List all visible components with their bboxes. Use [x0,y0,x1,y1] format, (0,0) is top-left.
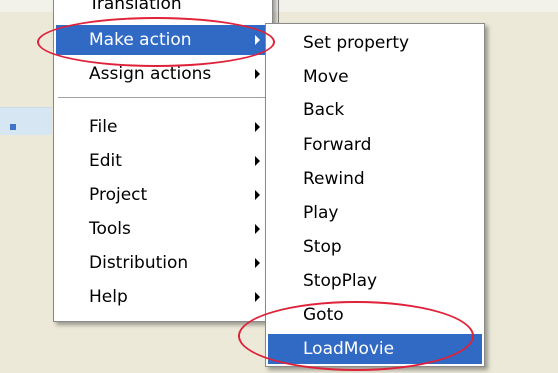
menu-item-translation[interactable]: Translation [56,0,270,19]
menu-item-assign-actions[interactable]: Assign actions [56,59,270,89]
menu-item-project[interactable]: Project [56,180,270,210]
submenu-item-label: Move [303,67,349,87]
list-bullet-icon [10,124,16,130]
background-list-row[interactable] [0,107,52,135]
submenu-arrow-icon [255,190,260,200]
submenu-arrow-icon [255,292,260,302]
submenu-item-stopplay[interactable]: StopPlay [268,266,482,296]
submenu-item-stop[interactable]: Stop [268,232,482,262]
submenu-item-forward[interactable]: Forward [268,130,482,160]
submenu-item-label: Stop [303,237,342,257]
submenu-arrow-icon [255,156,260,166]
submenu-item-label: Forward [303,135,372,155]
menu-item-label: Assign actions [89,64,212,84]
menu-item-label: Translation [89,0,182,14]
menu-item-tools[interactable]: Tools [56,214,270,244]
submenu-arrow-icon [255,35,260,45]
submenu-item-set-property[interactable]: Set property [268,28,482,58]
submenu-arrow-icon [255,122,260,132]
menu-item-label: Project [89,185,148,205]
submenu-item-goto[interactable]: Goto [268,300,482,330]
submenu-arrow-icon [255,69,260,79]
submenu-item-label: LoadMovie [303,339,395,359]
submenu-item-label: Play [303,203,339,223]
menu-item-distribution[interactable]: Distribution [56,248,270,278]
submenu-arrow-icon [255,258,260,268]
menu-item-label: Make action [89,30,192,50]
make-action-submenu: Set property Move Back Forward Rewind Pl… [265,23,485,367]
submenu-item-loadmovie[interactable]: LoadMovie [268,334,482,364]
menu-separator [58,97,268,99]
menu-item-label: Help [89,287,128,307]
menu-item-make-action[interactable]: Make action [56,25,270,55]
submenu-item-rewind[interactable]: Rewind [268,164,482,194]
menu-item-label: Tools [89,219,131,239]
menu-item-file[interactable]: File [56,112,270,142]
submenu-item-label: Goto [303,305,344,325]
menu-item-label: File [89,117,118,137]
menu-item-label: Edit [89,151,122,171]
submenu-item-label: Back [303,100,345,120]
submenu-arrow-icon [255,224,260,234]
menu-item-help[interactable]: Help [56,282,270,312]
context-menu: Translation Make action Assign actions F… [53,0,273,322]
submenu-item-label: Set property [303,33,410,53]
submenu-item-back[interactable]: Back [268,95,482,125]
menu-item-edit[interactable]: Edit [56,146,270,176]
submenu-item-play[interactable]: Play [268,198,482,228]
submenu-item-move[interactable]: Move [268,62,482,92]
menu-item-label: Distribution [89,253,189,273]
submenu-item-label: StopPlay [303,271,378,291]
submenu-item-label: Rewind [303,169,365,189]
